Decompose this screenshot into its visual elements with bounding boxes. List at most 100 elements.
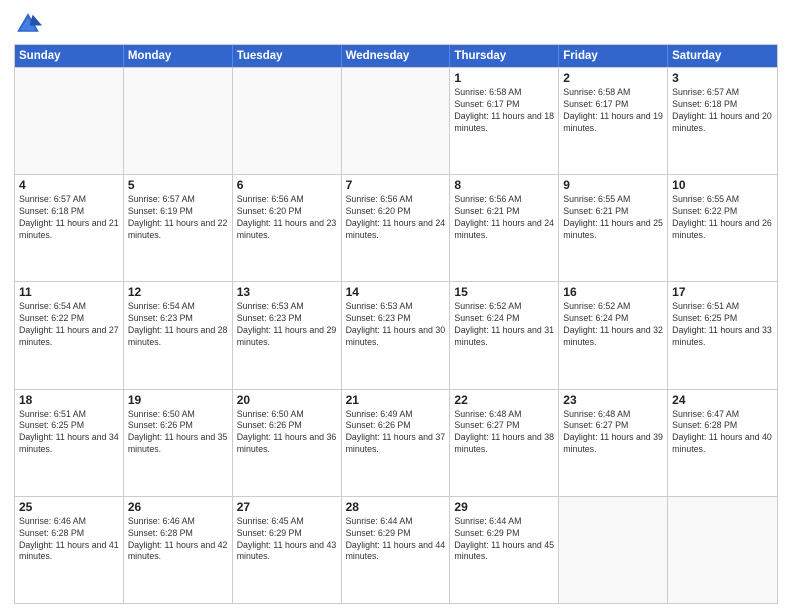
week-row-5: 25 Sunrise: 6:46 AM Sunset: 6:28 PM Dayli… bbox=[15, 496, 777, 603]
day-number: 22 bbox=[454, 393, 554, 407]
day-number: 12 bbox=[128, 285, 228, 299]
day-info: Sunrise: 6:57 AM Sunset: 6:18 PM Dayligh… bbox=[19, 194, 119, 242]
day-info: Sunrise: 6:48 AM Sunset: 6:27 PM Dayligh… bbox=[563, 409, 663, 457]
day-cell-3: 3Sunrise: 6:57 AM Sunset: 6:18 PM Daylig… bbox=[668, 68, 777, 174]
day-cell-14: 14 Sunrise: 6:53 AM Sunset: 6:23 PM Dayli… bbox=[342, 282, 451, 388]
header-cell-wednesday: Wednesday bbox=[342, 45, 451, 67]
day-cell-21: 21 Sunrise: 6:49 AM Sunset: 6:26 PM Dayli… bbox=[342, 390, 451, 496]
day-number: 4 bbox=[19, 178, 119, 192]
day-number: 20 bbox=[237, 393, 337, 407]
week-row-3: 11 Sunrise: 6:54 AM Sunset: 6:22 PM Dayli… bbox=[15, 281, 777, 388]
day-cell-23: 23 Sunrise: 6:48 AM Sunset: 6:27 PM Dayli… bbox=[559, 390, 668, 496]
calendar: SundayMondayTuesdayWednesdayThursdayFrid… bbox=[14, 44, 778, 604]
day-number: 16 bbox=[563, 285, 663, 299]
day-info: Sunrise: 6:54 AM Sunset: 6:22 PM Dayligh… bbox=[19, 301, 119, 349]
day-cell-28: 28 Sunrise: 6:44 AM Sunset: 6:29 PM Dayli… bbox=[342, 497, 451, 603]
day-number: 6 bbox=[237, 178, 337, 192]
day-info: Sunrise: 6:58 AM Sunset: 6:17 PM Dayligh… bbox=[563, 87, 663, 135]
day-info: Sunrise: 6:44 AM Sunset: 6:29 PM Dayligh… bbox=[346, 516, 446, 564]
day-number: 10 bbox=[672, 178, 773, 192]
day-number: 27 bbox=[237, 500, 337, 514]
day-cell-2: 2 Sunrise: 6:58 AM Sunset: 6:17 PM Daylig… bbox=[559, 68, 668, 174]
page: SundayMondayTuesdayWednesdayThursdayFrid… bbox=[0, 0, 792, 612]
day-cell-11: 11 Sunrise: 6:54 AM Sunset: 6:22 PM Dayli… bbox=[15, 282, 124, 388]
day-number: 2 bbox=[563, 71, 663, 85]
day-info: Sunrise: 6:51 AM Sunset: 6:25 PM Dayligh… bbox=[672, 301, 773, 349]
empty-cell bbox=[233, 68, 342, 174]
header-cell-saturday: Saturday bbox=[668, 45, 777, 67]
day-number: 9 bbox=[563, 178, 663, 192]
day-info: Sunrise: 6:52 AM Sunset: 6:24 PM Dayligh… bbox=[563, 301, 663, 349]
day-info: Sunrise: 6:50 AM Sunset: 6:26 PM Dayligh… bbox=[128, 409, 228, 457]
day-cell-5: 5Sunrise: 6:57 AM Sunset: 6:19 PM Daylig… bbox=[124, 175, 233, 281]
day-info: Sunrise: 6:48 AM Sunset: 6:27 PM Dayligh… bbox=[454, 409, 554, 457]
day-number: 24 bbox=[672, 393, 773, 407]
day-info: Sunrise: 6:58 AM Sunset: 6:17 PM Dayligh… bbox=[454, 87, 554, 135]
day-info: Sunrise: 6:54 AM Sunset: 6:23 PM Dayligh… bbox=[128, 301, 228, 349]
day-cell-1: 1 Sunrise: 6:58 AM Sunset: 6:17 PM Daylig… bbox=[450, 68, 559, 174]
day-info: Sunrise: 6:53 AM Sunset: 6:23 PM Dayligh… bbox=[237, 301, 337, 349]
day-number: 18 bbox=[19, 393, 119, 407]
day-cell-8: 8 Sunrise: 6:56 AM Sunset: 6:21 PM Daylig… bbox=[450, 175, 559, 281]
day-number: 26 bbox=[128, 500, 228, 514]
day-number: 8 bbox=[454, 178, 554, 192]
day-number: 11 bbox=[19, 285, 119, 299]
empty-cell bbox=[559, 497, 668, 603]
day-cell-16: 16 Sunrise: 6:52 AM Sunset: 6:24 PM Dayli… bbox=[559, 282, 668, 388]
day-cell-12: 12 Sunrise: 6:54 AM Sunset: 6:23 PM Dayli… bbox=[124, 282, 233, 388]
empty-cell bbox=[342, 68, 451, 174]
day-number: 13 bbox=[237, 285, 337, 299]
day-info: Sunrise: 6:47 AM Sunset: 6:28 PM Dayligh… bbox=[672, 409, 773, 457]
day-cell-24: 24 Sunrise: 6:47 AM Sunset: 6:28 PM Dayli… bbox=[668, 390, 777, 496]
week-row-4: 18 Sunrise: 6:51 AM Sunset: 6:25 PM Dayli… bbox=[15, 389, 777, 496]
calendar-header-row: SundayMondayTuesdayWednesdayThursdayFrid… bbox=[15, 45, 777, 67]
day-info: Sunrise: 6:57 AM Sunset: 6:19 PM Dayligh… bbox=[128, 194, 228, 242]
header-cell-monday: Monday bbox=[124, 45, 233, 67]
empty-cell bbox=[124, 68, 233, 174]
day-cell-22: 22 Sunrise: 6:48 AM Sunset: 6:27 PM Dayli… bbox=[450, 390, 559, 496]
day-number: 15 bbox=[454, 285, 554, 299]
day-info: Sunrise: 6:51 AM Sunset: 6:25 PM Dayligh… bbox=[19, 409, 119, 457]
logo-icon bbox=[14, 10, 42, 38]
day-info: Sunrise: 6:56 AM Sunset: 6:21 PM Dayligh… bbox=[454, 194, 554, 242]
day-info: Sunrise: 6:56 AM Sunset: 6:20 PM Dayligh… bbox=[237, 194, 337, 242]
day-number: 14 bbox=[346, 285, 446, 299]
day-number: 7 bbox=[346, 178, 446, 192]
day-number: 3 bbox=[672, 71, 773, 85]
header-cell-thursday: Thursday bbox=[450, 45, 559, 67]
day-cell-17: 17 Sunrise: 6:51 AM Sunset: 6:25 PM Dayli… bbox=[668, 282, 777, 388]
week-row-2: 4 Sunrise: 6:57 AM Sunset: 6:18 PM Daylig… bbox=[15, 174, 777, 281]
day-cell-6: 6 Sunrise: 6:56 AM Sunset: 6:20 PM Daylig… bbox=[233, 175, 342, 281]
logo bbox=[14, 10, 46, 38]
day-number: 28 bbox=[346, 500, 446, 514]
day-info: Sunrise: 6:50 AM Sunset: 6:26 PM Dayligh… bbox=[237, 409, 337, 457]
header-cell-tuesday: Tuesday bbox=[233, 45, 342, 67]
day-info: Sunrise: 6:46 AM Sunset: 6:28 PM Dayligh… bbox=[128, 516, 228, 564]
day-number: 29 bbox=[454, 500, 554, 514]
day-cell-26: 26 Sunrise: 6:46 AM Sunset: 6:28 PM Dayli… bbox=[124, 497, 233, 603]
day-cell-7: 7Sunrise: 6:56 AM Sunset: 6:20 PM Daylig… bbox=[342, 175, 451, 281]
day-cell-10: 10Sunrise: 6:55 AM Sunset: 6:22 PM Dayli… bbox=[668, 175, 777, 281]
day-info: Sunrise: 6:52 AM Sunset: 6:24 PM Dayligh… bbox=[454, 301, 554, 349]
day-cell-27: 27 Sunrise: 6:45 AM Sunset: 6:29 PM Dayli… bbox=[233, 497, 342, 603]
calendar-body: 1 Sunrise: 6:58 AM Sunset: 6:17 PM Daylig… bbox=[15, 67, 777, 603]
day-number: 21 bbox=[346, 393, 446, 407]
day-info: Sunrise: 6:53 AM Sunset: 6:23 PM Dayligh… bbox=[346, 301, 446, 349]
day-info: Sunrise: 6:49 AM Sunset: 6:26 PM Dayligh… bbox=[346, 409, 446, 457]
day-number: 25 bbox=[19, 500, 119, 514]
day-number: 1 bbox=[454, 71, 554, 85]
header bbox=[14, 10, 778, 38]
empty-cell bbox=[668, 497, 777, 603]
day-number: 17 bbox=[672, 285, 773, 299]
day-info: Sunrise: 6:45 AM Sunset: 6:29 PM Dayligh… bbox=[237, 516, 337, 564]
header-cell-friday: Friday bbox=[559, 45, 668, 67]
header-cell-sunday: Sunday bbox=[15, 45, 124, 67]
day-number: 23 bbox=[563, 393, 663, 407]
day-number: 19 bbox=[128, 393, 228, 407]
day-info: Sunrise: 6:44 AM Sunset: 6:29 PM Dayligh… bbox=[454, 516, 554, 564]
day-cell-25: 25 Sunrise: 6:46 AM Sunset: 6:28 PM Dayli… bbox=[15, 497, 124, 603]
day-cell-9: 9Sunrise: 6:55 AM Sunset: 6:21 PM Daylig… bbox=[559, 175, 668, 281]
day-cell-4: 4 Sunrise: 6:57 AM Sunset: 6:18 PM Daylig… bbox=[15, 175, 124, 281]
day-cell-20: 20 Sunrise: 6:50 AM Sunset: 6:26 PM Dayli… bbox=[233, 390, 342, 496]
day-info: Sunrise: 6:46 AM Sunset: 6:28 PM Dayligh… bbox=[19, 516, 119, 564]
